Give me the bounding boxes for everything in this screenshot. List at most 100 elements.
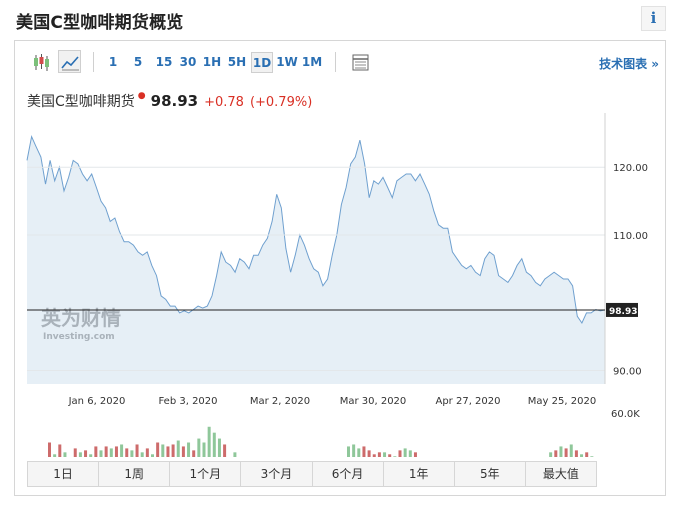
x-tick-label: Mar 30, 2020 bbox=[340, 396, 407, 407]
volume-bar bbox=[120, 444, 124, 457]
volume-bar bbox=[89, 454, 93, 457]
toolbar-divider bbox=[93, 52, 94, 72]
range-6m-button[interactable]: 6个月 bbox=[313, 462, 384, 486]
volume-bar bbox=[549, 452, 553, 457]
volume-bar bbox=[580, 454, 584, 457]
timeframe-5m-button[interactable]: 5 bbox=[130, 52, 146, 73]
range-1w-button[interactable]: 1周 bbox=[99, 462, 171, 486]
x-tick-label: Apr 27, 2020 bbox=[435, 396, 500, 407]
volume-bar bbox=[388, 454, 392, 457]
timeframe-1mo-button[interactable]: 1M bbox=[301, 52, 323, 73]
timeframe-30m-button[interactable]: 30 bbox=[178, 52, 198, 73]
x-tick-label: Mar 2, 2020 bbox=[250, 396, 310, 407]
volume-bar bbox=[166, 446, 170, 457]
volume-bar bbox=[109, 448, 113, 457]
page-title: 美国C型咖啡期货概览 bbox=[16, 13, 184, 33]
volume-bar bbox=[104, 446, 108, 457]
volume-bar bbox=[145, 448, 149, 457]
y-tick-label: 110.00 bbox=[613, 231, 648, 242]
range-1y-button[interactable]: 1年 bbox=[384, 462, 455, 486]
range-1d-button[interactable]: 1日 bbox=[28, 462, 100, 486]
investing-watermark: 英为财情 Investing.com bbox=[41, 306, 121, 342]
timeframe-1w-button[interactable]: 1W bbox=[276, 52, 298, 73]
volume-bar bbox=[140, 452, 144, 457]
volume-bar bbox=[585, 452, 589, 457]
info-button[interactable]: i bbox=[641, 6, 666, 31]
volume-bar bbox=[347, 446, 350, 457]
volume-bar bbox=[151, 454, 154, 457]
y-tick-label: 120.00 bbox=[613, 163, 648, 174]
timeframe-15m-button[interactable]: 15 bbox=[154, 52, 174, 73]
volume-bar bbox=[197, 438, 201, 457]
volume-bar bbox=[207, 426, 211, 457]
range-1m-button[interactable]: 1个月 bbox=[170, 462, 242, 486]
volume-bar bbox=[156, 442, 160, 457]
volume-bar bbox=[233, 452, 237, 457]
volume-bar bbox=[564, 448, 568, 457]
volume-bar bbox=[187, 442, 191, 457]
volume-bar bbox=[372, 454, 376, 457]
candlestick-icon[interactable] bbox=[29, 50, 52, 73]
volume-bar bbox=[554, 450, 558, 457]
timeframe-1m-button[interactable]: 1 bbox=[105, 52, 121, 73]
volume-bar bbox=[73, 448, 77, 457]
volume-bar bbox=[130, 450, 134, 457]
volume-bar bbox=[48, 442, 51, 457]
chart-panel: 1 5 15 30 1H 5H 1D 1W 1M 技术图表 » 美国C型咖啡期货… bbox=[14, 40, 666, 496]
volume-bar bbox=[58, 444, 62, 457]
toolbar-divider bbox=[335, 52, 336, 72]
volume-bar bbox=[114, 446, 118, 457]
timeframe-1d-button[interactable]: 1D bbox=[251, 52, 273, 73]
volume-bar bbox=[590, 456, 594, 457]
volume-bar bbox=[161, 444, 165, 457]
chart-toolbar: 1 5 15 30 1H 5H 1D 1W 1M 技术图表 » bbox=[15, 41, 665, 83]
volume-bar bbox=[212, 432, 216, 457]
volume-bar bbox=[181, 446, 185, 457]
volume-bar bbox=[84, 450, 88, 457]
x-tick-label: May 25, 2020 bbox=[528, 396, 596, 407]
range-5y-button[interactable]: 5年 bbox=[455, 462, 526, 486]
volume-bar bbox=[413, 452, 417, 457]
volume-bar bbox=[377, 452, 381, 457]
volume-bar bbox=[408, 450, 412, 457]
volume-bar bbox=[393, 456, 397, 457]
range-3m-button[interactable]: 3个月 bbox=[241, 462, 313, 486]
volume-bar bbox=[135, 444, 139, 457]
volume-bar bbox=[192, 450, 196, 457]
volume-axis-label: 60.0K bbox=[611, 409, 640, 420]
volume-bar bbox=[99, 450, 103, 457]
price-chart[interactable]: 英为财情 Investing.com 120.00 110.00 90.00 Jan… bbox=[15, 81, 665, 457]
x-tick-label: Jan 6, 2020 bbox=[68, 396, 126, 407]
area-chart-icon[interactable] bbox=[58, 50, 81, 73]
volume-bar bbox=[78, 452, 82, 457]
current-price-label: 98.93 bbox=[609, 307, 637, 317]
volume-bar bbox=[125, 448, 129, 457]
volume-bar bbox=[176, 440, 180, 457]
technical-chart-link[interactable]: 技术图表 » bbox=[599, 55, 659, 72]
volume-bar bbox=[357, 448, 361, 457]
timeframe-1h-button[interactable]: 1H bbox=[202, 52, 222, 73]
volume-bar bbox=[398, 450, 402, 457]
volume-bar bbox=[352, 444, 356, 457]
volume-bar bbox=[367, 450, 371, 457]
timeframe-5h-button[interactable]: 5H bbox=[226, 52, 248, 73]
volume-bar bbox=[53, 454, 57, 457]
volume-bar bbox=[383, 452, 387, 457]
volume-bar bbox=[403, 448, 407, 457]
volume-bar bbox=[362, 446, 366, 457]
range-max-button[interactable]: 最大值 bbox=[526, 462, 596, 486]
volume-bar bbox=[63, 452, 67, 457]
volume-bar bbox=[217, 438, 221, 457]
watermark-brand-en: Investing.com bbox=[43, 332, 115, 342]
volume-bar bbox=[574, 450, 578, 457]
volume-bar bbox=[223, 444, 227, 457]
y-tick-label: 90.00 bbox=[613, 366, 642, 377]
table-icon[interactable] bbox=[348, 50, 371, 73]
volume-bar bbox=[569, 444, 573, 457]
range-selector: 1日 1周 1个月 3个月 6个月 1年 5年 最大值 bbox=[27, 461, 597, 487]
volume-bar bbox=[94, 446, 98, 457]
volume-bar bbox=[171, 444, 175, 457]
x-tick-label: Feb 3, 2020 bbox=[158, 396, 217, 407]
volume-bar bbox=[202, 442, 206, 457]
volume-bar bbox=[559, 446, 563, 457]
